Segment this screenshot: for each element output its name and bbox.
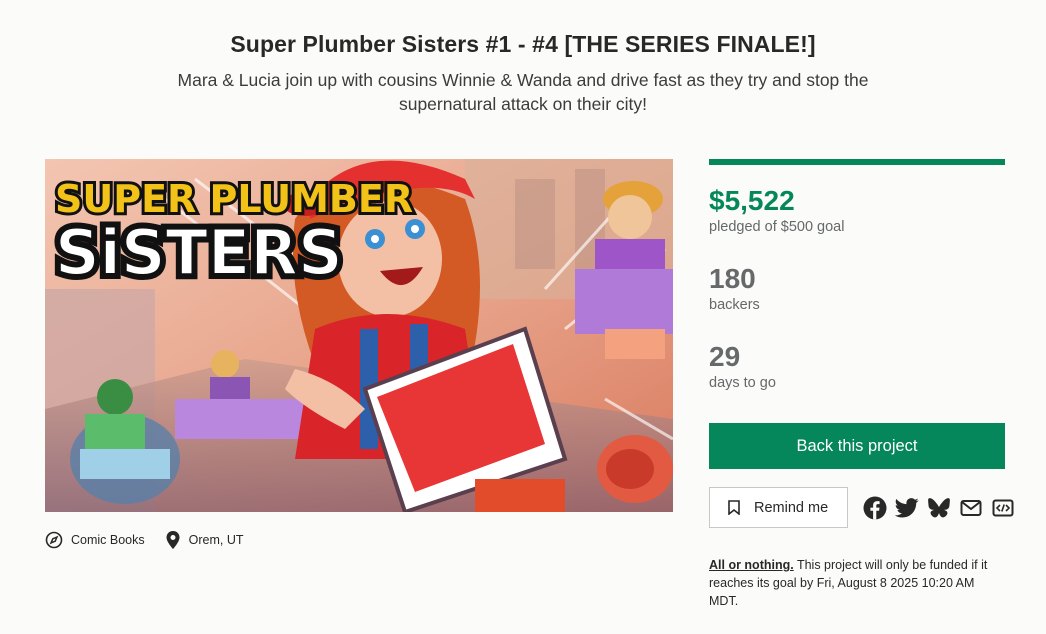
comic-cover-illustration: SUPER PLUMBER SUPER PLUMBER SiSTERS SiST… [45, 159, 673, 512]
compass-icon [45, 531, 63, 549]
days-count: 29 [709, 341, 741, 372]
backers-label: backers [709, 297, 760, 313]
hero-image[interactable]: SUPER PLUMBER SUPER PLUMBER SiSTERS SiST… [45, 159, 673, 512]
days-label: days to go [709, 375, 776, 391]
bookmark-icon [728, 500, 740, 515]
facebook-icon[interactable] [863, 496, 887, 520]
pledged-stat: $5,522 pledged of $500 goal [709, 185, 844, 235]
embed-icon[interactable] [991, 496, 1015, 520]
twitter-icon[interactable] [895, 496, 919, 520]
logo-line2: SiSTERS [55, 216, 343, 289]
backers-stat: 180 backers [709, 263, 760, 313]
logo-line1: SUPER PLUMBER [55, 177, 413, 221]
all-or-nothing-note: All or nothing. This project will only b… [709, 556, 1005, 610]
backers-count: 180 [709, 263, 756, 294]
email-icon[interactable] [959, 496, 983, 520]
all-or-nothing-link[interactable]: All or nothing. [709, 558, 794, 572]
project-subtitle: Mara & Lucia join up with cousins Winnie… [177, 70, 869, 114]
category-label: Comic Books [71, 533, 145, 547]
bluesky-icon[interactable] [927, 496, 951, 520]
share-icons [855, 496, 1015, 520]
page-header: Super Plumber Sisters #1 - #4 [THE SERIE… [0, 31, 1046, 116]
pledged-amount: $5,522 [709, 185, 795, 216]
funding-progress-bar [709, 159, 1005, 165]
funding-sidebar: $5,522 pledged of $500 goal 180 backers … [709, 159, 1014, 608]
remind-me-label: Remind me [754, 499, 829, 516]
remind-me-button[interactable]: Remind me [709, 487, 848, 528]
project-meta: Comic Books Orem, UT [45, 528, 264, 552]
category-link[interactable]: Comic Books [45, 531, 145, 549]
pledged-label: pledged of $500 goal [709, 219, 845, 235]
funding-progress-fill [709, 159, 1005, 165]
map-pin-icon [166, 531, 180, 549]
days-stat: 29 days to go [709, 341, 776, 391]
project-title: Super Plumber Sisters #1 - #4 [THE SERIE… [230, 31, 816, 57]
back-project-button[interactable]: Back this project [709, 423, 1005, 469]
location-link[interactable]: Orem, UT [165, 530, 244, 550]
location-label: Orem, UT [188, 533, 244, 547]
